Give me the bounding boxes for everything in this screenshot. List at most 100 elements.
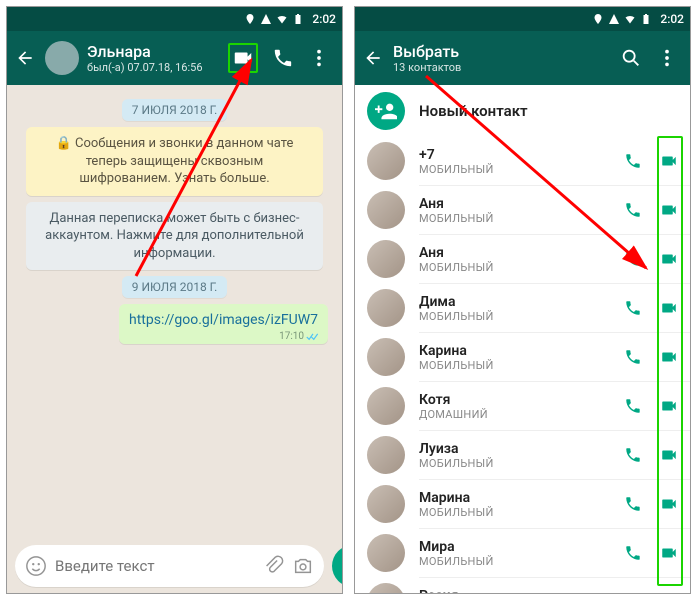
composer <box>7 539 342 593</box>
read-receipt-icon <box>306 332 320 342</box>
contact-avatar <box>367 338 405 376</box>
signal-icon <box>608 13 620 25</box>
new-contact-label: Новый контакт <box>419 102 528 120</box>
back-button[interactable] <box>361 46 385 70</box>
contact-name: +7 <box>419 147 610 163</box>
contact-sub: МОБИЛЬНЫЙ <box>419 261 610 274</box>
contact-name: Котя <box>419 392 610 408</box>
contact-sub: МОБИЛЬНЫЙ <box>419 310 610 323</box>
contact-sub: МОБИЛЬНЫЙ <box>419 163 610 176</box>
contact-avatar <box>367 191 405 229</box>
back-button[interactable] <box>13 46 37 70</box>
phone-chat: 2:02 Эльнара был(-а) 07.07.18, 16:56 7 И… <box>6 6 343 594</box>
contact-row[interactable]: Аня МОБИЛЬНЫЙ <box>355 235 690 283</box>
contact-row[interactable]: +7 МОБИЛЬНЫЙ <box>355 137 690 185</box>
voice-call-icon[interactable] <box>624 397 642 415</box>
clock: 2:02 <box>660 12 684 26</box>
contact-name: Луиза <box>419 441 610 457</box>
contact-row[interactable]: Мира МОБИЛЬНЫЙ <box>355 529 690 577</box>
message-time: 17:10 <box>279 331 320 342</box>
composer-field[interactable] <box>15 545 324 587</box>
video-call-icon[interactable] <box>660 397 678 415</box>
video-call-icon[interactable] <box>660 446 678 464</box>
contact-sub: МОБИЛЬНЫЙ <box>419 359 610 372</box>
chat-subtitle: был(-а) 07.07.18, 16:56 <box>87 61 220 74</box>
contact-row[interactable]: Марина МОБИЛЬНЫЙ <box>355 480 690 528</box>
add-contact-icon <box>367 92 405 130</box>
voice-call-icon[interactable] <box>624 544 642 562</box>
video-call-icon[interactable] <box>232 47 254 69</box>
date-pill: 9 ИЮЛЯ 2018 Г. <box>122 276 227 298</box>
business-notice[interactable]: Данная переписка может быть с бизнес-акк… <box>26 202 322 271</box>
chat-appbar: Эльнара был(-а) 07.07.18, 16:56 <box>7 31 342 85</box>
contact-name: Марина <box>419 490 610 506</box>
contact-sub: МОБИЛЬНЫЙ <box>419 555 610 568</box>
chat-actions <box>228 43 336 73</box>
status-bar: 2:02 <box>355 7 690 31</box>
video-call-icon[interactable] <box>660 495 678 513</box>
camera-icon[interactable] <box>292 555 314 577</box>
voice-call-icon[interactable] <box>624 250 642 268</box>
contact-name: Аня <box>419 196 610 212</box>
video-call-icon[interactable] <box>660 152 678 170</box>
clock: 2:02 <box>312 12 336 26</box>
picker-actions <box>620 47 684 69</box>
highlight-video-call <box>228 43 258 73</box>
contact-avatar <box>367 534 405 572</box>
contact-avatar <box>367 583 405 593</box>
gps-icon <box>244 13 256 25</box>
wifi-icon <box>624 13 636 25</box>
picker-body: Новый контакт +7 МОБИЛЬНЫЙ Аня МОБИЛЬНЫЙ… <box>355 85 690 593</box>
video-call-icon[interactable] <box>660 299 678 317</box>
voice-call-icon[interactable] <box>272 47 294 69</box>
contact-row[interactable]: Луиза МОБИЛЬНЫЙ <box>355 431 690 479</box>
picker-subtitle: 13 контактов <box>393 61 612 74</box>
more-icon[interactable] <box>656 47 678 69</box>
search-icon[interactable] <box>620 47 642 69</box>
chat-body: 7 ИЮЛЯ 2018 Г. 🔒 Сообщения и звонки в да… <box>7 85 342 539</box>
contact-avatar <box>367 142 405 180</box>
emoji-icon[interactable] <box>25 555 47 577</box>
voice-call-icon[interactable] <box>624 495 642 513</box>
message-bubble[interactable]: https://goo.gl/images/izFUW7 17:10 <box>119 304 328 344</box>
chat-title-block[interactable]: Эльнара был(-а) 07.07.18, 16:56 <box>87 42 220 74</box>
contact-row[interactable]: Карина МОБИЛЬНЫЙ <box>355 333 690 381</box>
new-contact-row[interactable]: Новый контакт <box>355 85 690 137</box>
battery-icon <box>640 13 652 25</box>
contact-avatar <box>367 387 405 425</box>
contact-row[interactable]: Дима МОБИЛЬНЫЙ <box>355 284 690 332</box>
contact-avatar[interactable] <box>45 41 79 75</box>
contact-name: Карина <box>419 343 610 359</box>
encryption-notice[interactable]: 🔒 Сообщения и звонки в данном чате тепер… <box>26 127 322 196</box>
mic-button[interactable] <box>332 545 343 587</box>
picker-title: Выбрать <box>393 42 612 61</box>
voice-call-icon[interactable] <box>624 446 642 464</box>
contact-sub: МОБИЛЬНЫЙ <box>419 212 610 225</box>
composer-input[interactable] <box>55 557 254 575</box>
contact-name: Мира <box>419 539 610 555</box>
contact-row[interactable]: Аня МОБИЛЬНЫЙ <box>355 186 690 234</box>
attach-icon[interactable] <box>262 555 284 577</box>
contact-name: Аня <box>419 245 610 261</box>
wifi-icon <box>276 13 288 25</box>
contact-avatar <box>367 289 405 327</box>
contact-name: Разия <box>419 588 610 594</box>
voice-call-icon[interactable] <box>624 348 642 366</box>
contact-row[interactable]: Разия МОБИЛЬНЫЙ <box>355 578 690 593</box>
video-call-icon[interactable] <box>660 201 678 219</box>
voice-call-icon[interactable] <box>624 152 642 170</box>
gps-icon <box>592 13 604 25</box>
video-call-icon[interactable] <box>660 250 678 268</box>
video-call-icon[interactable] <box>660 348 678 366</box>
message-link[interactable]: https://goo.gl/images/izFUW7 <box>129 312 318 328</box>
more-icon[interactable] <box>308 47 330 69</box>
date-pill: 7 ИЮЛЯ 2018 Г. <box>122 99 227 121</box>
picker-title-block: Выбрать 13 контактов <box>393 42 612 74</box>
video-call-icon[interactable] <box>660 544 678 562</box>
chat-title: Эльнара <box>87 42 220 61</box>
voice-call-icon[interactable] <box>624 201 642 219</box>
voice-call-icon[interactable] <box>624 299 642 317</box>
contact-sub: МОБИЛЬНЫЙ <box>419 506 610 519</box>
status-bar: 2:02 <box>7 7 342 31</box>
contact-row[interactable]: Котя ДОМАШНИЙ <box>355 382 690 430</box>
